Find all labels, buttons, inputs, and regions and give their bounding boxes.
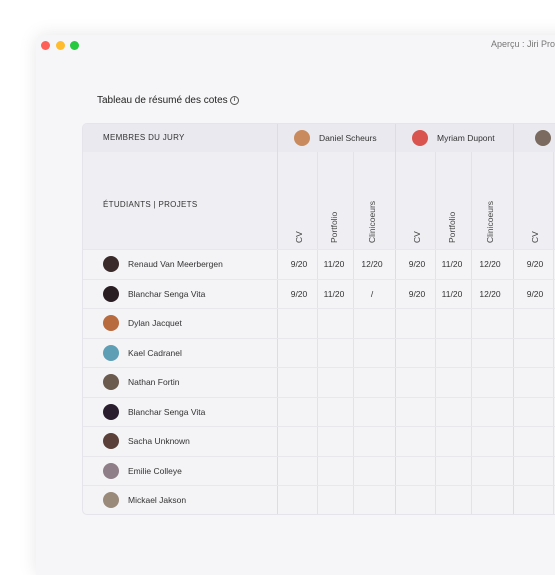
grade-cell[interactable]: 9/20: [402, 259, 432, 269]
student-avatar: [103, 256, 119, 272]
close-window-button[interactable]: [41, 41, 50, 50]
grade-cell[interactable]: 9/20: [284, 289, 314, 299]
criterion-header: Clinicoeurs: [485, 200, 495, 243]
app-window: Aperçu : Jiri Pro Tableau de résumé des …: [36, 35, 555, 575]
minimize-window-button[interactable]: [56, 41, 65, 50]
student-avatar: [103, 344, 119, 361]
student-name: Nathan Fortin: [128, 377, 180, 387]
juror-avatar: [294, 130, 310, 146]
student-row[interactable]: Dylan Jacquet: [83, 308, 555, 338]
info-icon[interactable]: i: [230, 96, 239, 105]
title-bar: Aperçu : Jiri Pro: [36, 35, 555, 57]
student-name: Dylan Jacquet: [128, 318, 182, 328]
grade-cell[interactable]: 12/20: [475, 259, 505, 269]
window-title: Aperçu : Jiri Pro: [491, 39, 555, 49]
grades-summary-table: MEMBRES DU JURY Daniel Scheurs Myriam Du…: [82, 123, 555, 515]
student-row[interactable]: Nathan Fortin: [83, 367, 555, 397]
student-avatar: [103, 492, 119, 508]
grade-cell[interactable]: 9/20: [520, 289, 550, 299]
student-name: Renaud Van Meerbergen: [128, 259, 223, 269]
juror-avatar: [535, 130, 551, 146]
student-row[interactable]: Renaud Van Meerbergen 9/20 11/20 12/20 9/20 1…: [83, 249, 555, 279]
student-avatar: [103, 374, 119, 390]
grade-cell[interactable]: 11/20: [319, 259, 349, 269]
student-row[interactable]: Kael Cadranel: [83, 337, 555, 368]
juror-name: Myriam Dupont: [437, 133, 495, 143]
student-avatar: [103, 462, 119, 479]
juror-name: Daniel Scheurs: [319, 133, 377, 143]
criteria-header-row: ÉTUDIANTS | PROJETS CV Portfolio Clinicoeu…: [83, 152, 555, 249]
student-name: Emilie Colleye: [128, 465, 182, 476]
student-name: Kael Cadranel: [128, 347, 182, 358]
page-title: Tableau de résumé des cotes: [97, 95, 228, 106]
student-avatar: [103, 315, 119, 331]
grade-cell[interactable]: 9/20: [402, 289, 432, 299]
criterion-header: Portfolio: [447, 211, 457, 243]
jury-members-label: MEMBRES DU JURY: [103, 133, 185, 142]
student-row[interactable]: Blanchar Senga Vita 9/20 11/20 / 9/20 11/20 12…: [83, 278, 555, 309]
criterion-header: CV: [294, 231, 304, 243]
student-name: Blanchar Senga Vita: [128, 288, 206, 299]
jury-header-row: MEMBRES DU JURY Daniel Scheurs Myriam Du…: [83, 124, 555, 152]
grade-cell[interactable]: 11/20: [437, 289, 467, 299]
criterion-header: CV: [530, 231, 540, 243]
grade-cell[interactable]: 11/20: [437, 259, 467, 269]
grade-cell[interactable]: 12/20: [475, 289, 505, 299]
student-avatar: [103, 403, 119, 420]
student-row[interactable]: Mickael Jakson: [83, 485, 555, 514]
students-projects-label: ÉTUDIANTS | PROJETS: [103, 200, 198, 209]
student-row[interactable]: Emilie Colleye: [83, 455, 555, 486]
maximize-window-button[interactable]: [70, 41, 79, 50]
grade-cell[interactable]: 11/20: [319, 289, 349, 299]
student-row[interactable]: Blanchar Senga Vita: [83, 396, 555, 427]
student-name: Mickael Jakson: [128, 495, 187, 505]
student-avatar: [103, 433, 119, 449]
juror-avatar: [412, 130, 428, 146]
student-row[interactable]: Sacha Unknown: [83, 426, 555, 456]
grade-cell[interactable]: 9/20: [284, 259, 314, 269]
criterion-header: Clinicoeurs: [367, 200, 377, 243]
criterion-header: CV: [412, 231, 422, 243]
student-avatar: [103, 285, 119, 302]
grade-cell[interactable]: 12/20: [357, 259, 387, 269]
student-name: Sacha Unknown: [128, 436, 190, 446]
student-name: Blanchar Senga Vita: [128, 406, 206, 417]
criterion-header: Portfolio: [329, 211, 339, 243]
grade-cell[interactable]: 9/20: [520, 259, 550, 269]
grade-cell[interactable]: /: [357, 289, 387, 299]
